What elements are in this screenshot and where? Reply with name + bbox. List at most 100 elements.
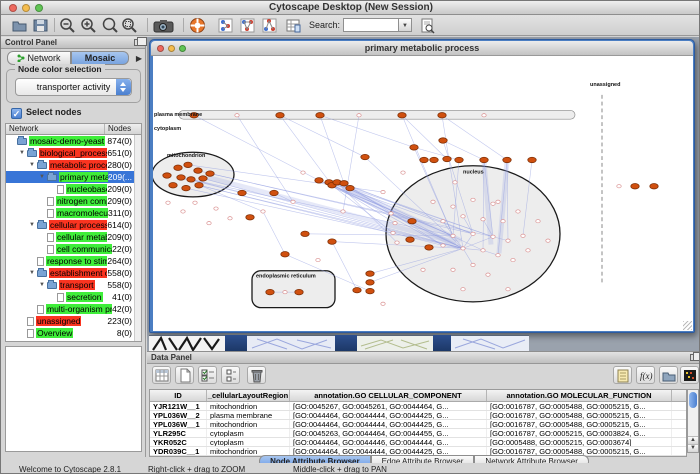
table-row[interactable]: YPL036W__2plasma membrane[GO:0044464, GO… bbox=[150, 411, 686, 420]
network-tree: mosaic-demo-yeast874(0)▼biological_proce… bbox=[5, 134, 142, 342]
tree-item-mosaic-demo-yeast[interactable]: mosaic-demo-yeast874(0) bbox=[6, 135, 141, 147]
network-graph[interactable]: plasma membranecytoplasmmitochondrionnuc… bbox=[153, 56, 693, 331]
small-checklist-icon[interactable] bbox=[221, 366, 240, 384]
tree-item-secretion[interactable]: secretion41(0) bbox=[6, 291, 141, 303]
table-icon[interactable] bbox=[152, 366, 171, 384]
new-document-icon[interactable] bbox=[175, 366, 194, 384]
float-panel-icon[interactable] bbox=[690, 354, 698, 361]
tree-item-nitrogen-compo[interactable]: nitrogen compo209(0) bbox=[6, 195, 141, 207]
background-window-edge[interactable] bbox=[335, 335, 357, 351]
matrix-icon[interactable] bbox=[680, 366, 699, 384]
tree-header-nodes[interactable]: Nodes bbox=[105, 124, 141, 134]
open-folder-icon[interactable] bbox=[659, 366, 678, 384]
status-pan-hint: Middle-click + drag to PAN bbox=[293, 465, 387, 474]
network-leaf-icon bbox=[37, 257, 44, 266]
scrollbar-thumb[interactable] bbox=[689, 392, 697, 408]
scroll-down-icon[interactable]: ▼ bbox=[688, 444, 698, 452]
disclosure-triangle-icon[interactable]: ▼ bbox=[29, 270, 37, 276]
dropdown-arrows-icon[interactable] bbox=[116, 79, 131, 95]
graph-node-white bbox=[451, 205, 455, 208]
disclosure-triangle-icon[interactable]: ▼ bbox=[19, 150, 27, 156]
tree-item-cellular-metabo[interactable]: cellular metabo209(0) bbox=[6, 231, 141, 243]
disclosure-triangle-icon[interactable]: ▼ bbox=[29, 222, 37, 228]
tree-item-metabolic-process[interactable]: ▼metabolic process280(0) bbox=[6, 159, 141, 171]
tree-item-cell-communicat[interactable]: cell communicat22(0) bbox=[6, 243, 141, 255]
save-icon[interactable] bbox=[32, 17, 49, 34]
network-canvas[interactable]: plasma membranecytoplasmmitochondrionnuc… bbox=[153, 56, 693, 331]
table-row[interactable]: YPL036W__1mitochondrion[GO:0044464, GO:0… bbox=[150, 420, 686, 429]
background-window-tile[interactable] bbox=[451, 335, 529, 351]
checklist-icon[interactable] bbox=[198, 366, 217, 384]
table-cell: YLR295C bbox=[150, 429, 207, 437]
disclosure-triangle-icon[interactable]: ▼ bbox=[39, 282, 47, 288]
scroll-up-icon[interactable]: ▲ bbox=[688, 436, 698, 444]
zoom-fit-icon[interactable] bbox=[101, 17, 118, 34]
tree-item-unassigned[interactable]: unassigned223(0) bbox=[6, 315, 141, 327]
tree-item-response-to-stimulu[interactable]: response to stimulu264(0) bbox=[6, 255, 141, 267]
network-from-nodes-icon[interactable] bbox=[217, 17, 234, 34]
function-fx-icon[interactable]: f(x) bbox=[636, 366, 655, 384]
network-from-nodes-edges-icon[interactable] bbox=[239, 17, 256, 34]
more-tabs-arrow-icon[interactable]: ▶ bbox=[136, 54, 142, 63]
open-folder-icon[interactable] bbox=[11, 17, 28, 34]
help-lifesaver-icon[interactable] bbox=[189, 17, 206, 34]
status-zoom-hint: Right-click + drag to ZOOM bbox=[148, 465, 245, 474]
network-window-titlebar[interactable]: primary metabolic process bbox=[151, 41, 693, 56]
data-panel: Data Panel f(x) ID_cellularLayoutRegiona… bbox=[147, 351, 700, 463]
table-row[interactable]: YLR295Ccytoplasm[GO:0045263, GO:0044464,… bbox=[150, 429, 686, 438]
table-header-row: ID_cellularLayoutRegionannotation.GO CEL… bbox=[150, 390, 686, 402]
search-dropdown-icon[interactable]: ▼ bbox=[399, 18, 412, 32]
disclosure-triangle-icon[interactable]: ▼ bbox=[39, 174, 47, 180]
zoom-selected-icon[interactable] bbox=[121, 17, 138, 34]
tree-item-overview[interactable]: Overview8(0) bbox=[6, 327, 141, 339]
graph-node-white bbox=[401, 171, 405, 174]
tree-item-biological-process[interactable]: ▼biological_process651(0) bbox=[6, 147, 141, 159]
float-panel-icon[interactable] bbox=[134, 39, 142, 46]
column-header[interactable]: _cellularLayoutRegion bbox=[207, 390, 290, 401]
attribute-grid-icon[interactable] bbox=[285, 17, 302, 34]
table-cell: [GO:0016787, GO:0005488, GO:0005215, G..… bbox=[487, 411, 672, 419]
background-window-tile[interactable] bbox=[149, 335, 225, 351]
graph-edge bbox=[263, 211, 285, 254]
table-row[interactable]: YKR052Ccytoplasm[GO:0044464, GO:0044446,… bbox=[150, 438, 686, 447]
document-search-icon[interactable] bbox=[419, 17, 436, 34]
select-nodes-checkbox[interactable]: ✓ bbox=[11, 108, 22, 119]
region-label: plasma membrane bbox=[154, 112, 202, 118]
zoom-out-icon[interactable] bbox=[59, 17, 76, 34]
graph-node-orange bbox=[169, 183, 177, 188]
node-color-dropdown[interactable]: transporter activity bbox=[15, 78, 132, 96]
table-row[interactable]: YJR121W__1mitochondrion[GO:0045267, GO:0… bbox=[150, 402, 686, 411]
resize-grip[interactable] bbox=[683, 321, 692, 330]
column-header[interactable]: ID bbox=[150, 390, 207, 401]
tree-header-network[interactable]: Network bbox=[6, 124, 105, 134]
camera-snapshot-icon[interactable] bbox=[153, 17, 175, 34]
column-header[interactable]: annotation.GO CELLULAR_COMPONENT bbox=[290, 390, 487, 401]
trash-icon[interactable] bbox=[247, 366, 266, 384]
tab-network[interactable]: Network bbox=[7, 51, 71, 65]
background-window-tile[interactable] bbox=[247, 335, 335, 351]
search-input[interactable] bbox=[343, 18, 399, 32]
graph-node-white bbox=[481, 218, 485, 221]
notepad-icon[interactable] bbox=[613, 366, 632, 384]
tree-item-multi-organism-pro[interactable]: multi-organism pro42(0) bbox=[6, 303, 141, 315]
tree-item-label: cellular metabo bbox=[56, 232, 107, 242]
graph-node-white bbox=[506, 288, 510, 291]
table-scrollbar[interactable]: ▲ ▼ bbox=[687, 389, 699, 453]
tree-item-cellular-process[interactable]: ▼cellular process614(0) bbox=[6, 219, 141, 231]
tree-item-primary-metabo[interactable]: ▼primary metabo209(... bbox=[6, 171, 141, 183]
graph-node-orange bbox=[425, 245, 433, 250]
background-window-tile[interactable] bbox=[357, 335, 433, 351]
tree-item-nucleobase-[interactable]: nucleobase-209(0) bbox=[6, 183, 141, 195]
column-header[interactable]: annotation.GO MOLECULAR_FUNCTION bbox=[487, 390, 672, 401]
tab-mosaic[interactable]: Mosaic bbox=[71, 51, 129, 65]
background-window-edge[interactable] bbox=[433, 335, 451, 351]
network-from-edges-icon[interactable] bbox=[261, 17, 278, 34]
tree-item-establishment-of-lo[interactable]: ▼establishment of lo558(0) bbox=[6, 267, 141, 279]
tree-scrollbar[interactable] bbox=[134, 135, 141, 341]
tree-item-transport[interactable]: ▼transport558(0) bbox=[6, 279, 141, 291]
zoom-in-icon[interactable] bbox=[80, 17, 97, 34]
tree-item-macromolecule[interactable]: macromolecule311(0) bbox=[6, 207, 141, 219]
background-window-edge[interactable] bbox=[225, 335, 247, 351]
network-view-window[interactable]: primary metabolic process plasma membran… bbox=[149, 39, 695, 333]
disclosure-triangle-icon[interactable]: ▼ bbox=[29, 162, 37, 168]
